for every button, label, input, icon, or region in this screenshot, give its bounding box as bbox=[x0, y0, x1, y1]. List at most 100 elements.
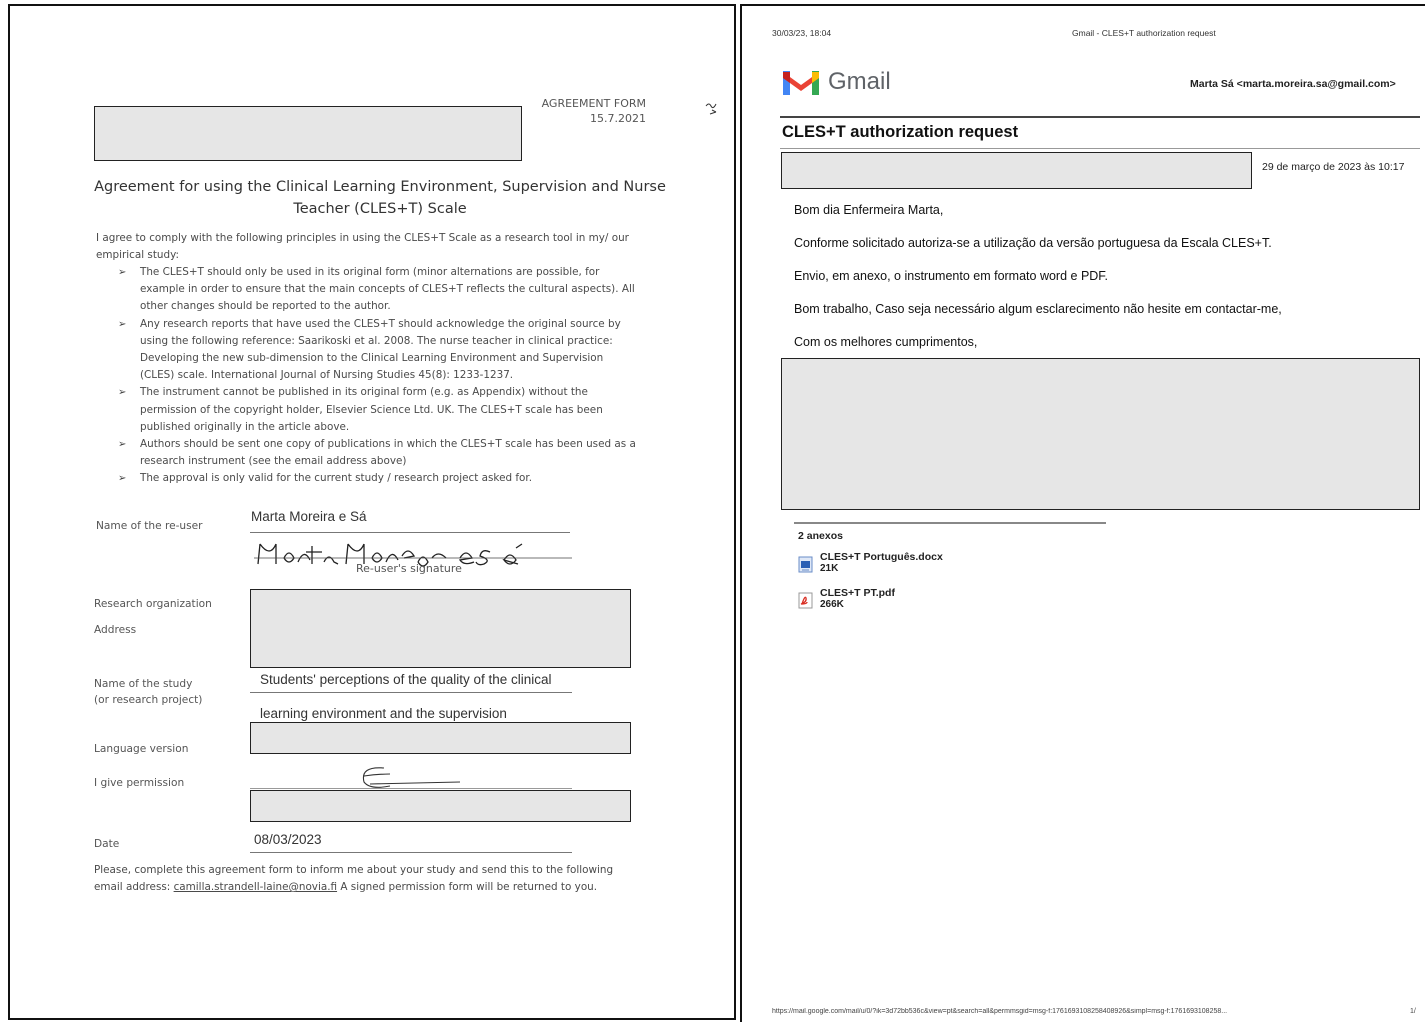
principle-item: ➢ Authors should be sent one copy of publ… bbox=[98, 436, 698, 453]
principle-text: other changes should be reported to the … bbox=[140, 300, 391, 313]
account-info: Marta Sá <marta.moreira.sa@gmail.com> bbox=[1190, 78, 1396, 90]
footer-email-suffix: A signed permission form will be returne… bbox=[337, 881, 598, 894]
principle-text: Developing the new sub-dimension to the … bbox=[140, 352, 604, 365]
principle-item-continuation: permission of the copyright holder, Else… bbox=[98, 402, 698, 419]
principle-text: Authors should be sent one copy of publi… bbox=[140, 438, 636, 451]
gmail-logo-text: Gmail bbox=[828, 68, 891, 95]
study-underline-1 bbox=[250, 692, 572, 693]
address-label: Address bbox=[94, 624, 137, 636]
study-value-line-1: Students' perceptions of the quality of … bbox=[260, 672, 552, 687]
principle-item-continuation: Developing the new sub-dimension to the … bbox=[98, 350, 698, 367]
redacted-research-org-address bbox=[250, 589, 631, 668]
redacted-header-block bbox=[94, 106, 522, 161]
email-greeting: Bom dia Enfermeira Marta, bbox=[794, 203, 944, 217]
gmail-logo: Gmail bbox=[782, 64, 891, 100]
principle-item-continuation: research instrument (see the email addre… bbox=[98, 453, 698, 470]
attachments-divider bbox=[794, 522, 1106, 524]
form-date: 15.7.2021 bbox=[590, 112, 646, 125]
title-line-2: Teacher (CLES+T) Scale bbox=[293, 201, 467, 217]
subject-divider bbox=[780, 148, 1420, 149]
principle-text: published originally in the article abov… bbox=[140, 420, 350, 433]
contact-email-link[interactable]: camilla.strandell-laine@novia.fi bbox=[174, 881, 337, 893]
reuser-value: Marta Moreira e Sá bbox=[251, 509, 367, 524]
form-header: AGREEMENT FORM 15.7.2021 bbox=[542, 96, 646, 126]
redacted-signature-block bbox=[781, 358, 1420, 510]
redacted-language-version bbox=[250, 722, 631, 754]
agreement-form-page: AGREEMENT FORM 15.7.2021 Agreement for u… bbox=[8, 4, 736, 1020]
study-label: Name of the study (or research project) bbox=[94, 676, 202, 708]
email-body-line-2: Envio, em anexo, o instrumento em format… bbox=[794, 269, 1109, 283]
print-title: Gmail - CLES+T authorization request bbox=[1072, 28, 1216, 38]
study-label-line-2: (or research project) bbox=[94, 694, 203, 706]
attachment-pdf-name[interactable]: CLES+T PT.pdf bbox=[820, 588, 895, 599]
gmail-m-icon bbox=[783, 71, 819, 95]
language-label: Language version bbox=[94, 743, 189, 755]
agreement-intro: I agree to comply with the following pri… bbox=[96, 230, 696, 264]
principle-item-continuation: published originally in the article abov… bbox=[98, 419, 698, 436]
arrow-bullet-icon: ➢ bbox=[118, 267, 127, 278]
header-divider bbox=[780, 116, 1420, 118]
permission-underline bbox=[250, 788, 572, 789]
principle-item-continuation: example in order to ensure that the main… bbox=[98, 281, 698, 298]
principle-text: (CLES) scale. International Journal of N… bbox=[140, 369, 514, 382]
principle-item: ➢ The CLES+T should only be used in its o… bbox=[98, 264, 698, 281]
footer-email-prefix: email address: bbox=[94, 881, 174, 894]
gmail-printout-page: 30/03/23, 18:04 Gmail - CLES+T authoriza… bbox=[740, 4, 1425, 1022]
email-body-line-1: Conforme solicitado autoriza-se a utiliz… bbox=[794, 236, 1272, 250]
arrow-bullet-icon: ➢ bbox=[118, 318, 127, 330]
principle-text: The CLES+T should only be used in its or… bbox=[140, 266, 600, 278]
agreement-title: Agreement for using the Clinical Learnin… bbox=[90, 176, 670, 220]
intro-line-1: I agree to comply with the following pri… bbox=[96, 232, 629, 244]
reuser-label: Name of the re-user bbox=[96, 520, 203, 532]
arrow-bullet-icon: ➢ bbox=[118, 473, 127, 485]
arrow-bullet-icon: ➢ bbox=[118, 387, 127, 399]
permission-label: I give permission bbox=[94, 777, 185, 789]
principle-item: ➢ Any research reports that have used the… bbox=[98, 316, 698, 333]
principle-item: ➢ The approval is only valid for the curr… bbox=[98, 470, 698, 487]
redacted-permission-signer bbox=[250, 790, 631, 822]
pdf-icon bbox=[798, 592, 813, 609]
principles-list: ➢ The CLES+T should only be used in its o… bbox=[98, 264, 698, 488]
print-footer-page: 1/ bbox=[1410, 1008, 1416, 1015]
principle-text: example in order to ensure that the main… bbox=[140, 283, 635, 296]
title-line-1: Agreement for using the Clinical Learnin… bbox=[94, 179, 666, 195]
agreement-footer: Please, complete this agreement form to … bbox=[94, 862, 714, 896]
principle-text: The approval is only valid for the curre… bbox=[140, 472, 532, 485]
print-datetime: 30/03/23, 18:04 bbox=[772, 28, 832, 38]
print-footer-url: https://mail.google.com/mail/u/0/?ik=3d7… bbox=[772, 1008, 1228, 1015]
signature-caption: Re-user's signature bbox=[356, 562, 462, 575]
principle-text: research instrument (see the email addre… bbox=[140, 455, 407, 468]
attachments-title: 2 anexos bbox=[798, 530, 843, 542]
study-label-line-1: Name of the study bbox=[94, 678, 193, 690]
principle-item-continuation: (CLES) scale. International Journal of N… bbox=[98, 367, 698, 384]
email-date: 29 de março de 2023 às 10:17 bbox=[1262, 161, 1405, 173]
principle-item-continuation: using the following reference: Saarikosk… bbox=[98, 333, 698, 350]
principle-text: using the following reference: Saarikosk… bbox=[140, 334, 613, 347]
attachment-pdf[interactable]: CLES+T PT.pdf 266K bbox=[798, 588, 895, 610]
word-doc-icon bbox=[798, 556, 813, 573]
footer-line-1: Please, complete this agreement form to … bbox=[94, 864, 614, 876]
date-value: 08/03/2023 bbox=[254, 832, 322, 847]
principle-text: Any research reports that have used the … bbox=[140, 317, 621, 330]
principle-item-continuation: other changes should be reported to the … bbox=[98, 298, 698, 315]
email-body-line-3: Bom trabalho, Caso seja necessário algum… bbox=[794, 302, 1282, 316]
form-label: AGREEMENT FORM bbox=[541, 97, 646, 110]
attachment-docx-size: 21K bbox=[820, 563, 839, 574]
principle-item: ➢ The instrument cannot be published in i… bbox=[98, 384, 698, 401]
reuser-underline bbox=[250, 532, 570, 533]
attachment-docx[interactable]: CLES+T Português.docx 21K bbox=[798, 552, 943, 574]
study-value-line-2: learning environment and the supervision bbox=[260, 706, 507, 721]
principle-text: The instrument cannot be published in it… bbox=[140, 386, 588, 399]
attachment-docx-name[interactable]: CLES+T Português.docx bbox=[820, 552, 943, 563]
attachment-pdf-size: 266K bbox=[820, 599, 844, 610]
email-subject: CLES+T authorization request bbox=[782, 123, 1019, 141]
initials-mark-icon bbox=[705, 103, 717, 115]
date-label: Date bbox=[94, 838, 120, 850]
redacted-sender-block bbox=[781, 152, 1252, 189]
email-closing: Com os melhores cumprimentos, bbox=[794, 335, 978, 349]
date-underline bbox=[250, 852, 572, 853]
intro-line-2: empirical study: bbox=[96, 249, 179, 262]
arrow-bullet-icon: ➢ bbox=[118, 439, 127, 451]
research-org-label: Research organization bbox=[94, 598, 212, 610]
footer-line-2: email address: camilla.strandell-laine@n… bbox=[94, 879, 714, 896]
